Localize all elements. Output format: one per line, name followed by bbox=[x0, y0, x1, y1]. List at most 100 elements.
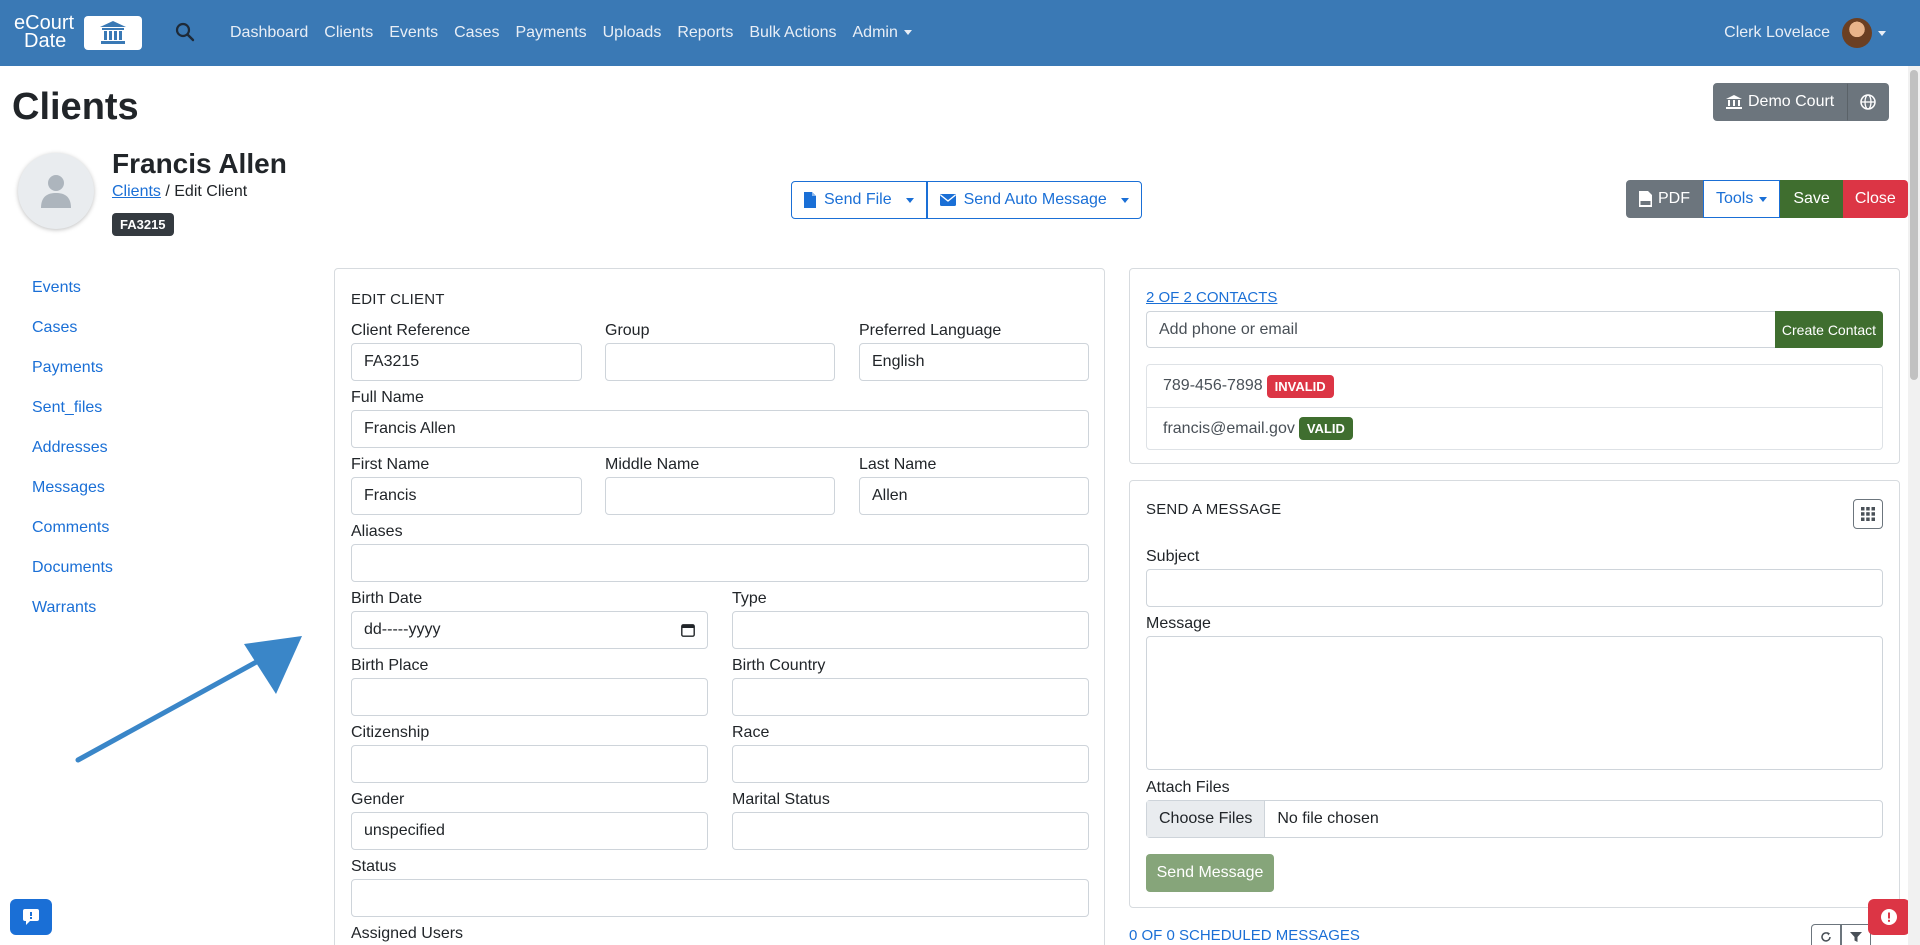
nav-reports[interactable]: Reports bbox=[677, 24, 733, 42]
race-input[interactable] bbox=[732, 745, 1089, 783]
create-contact-button[interactable]: Create Contact bbox=[1775, 311, 1883, 348]
nav-payments[interactable]: Payments bbox=[515, 24, 586, 42]
birth-date-value: dd-----yyyy bbox=[364, 621, 441, 638]
filter-button[interactable] bbox=[1841, 924, 1871, 945]
status-input[interactable] bbox=[351, 879, 1089, 917]
sidebar-item-messages[interactable]: Messages bbox=[32, 478, 113, 518]
first-name-input[interactable]: Francis bbox=[351, 477, 582, 515]
preferred-language-select[interactable]: English bbox=[859, 343, 1089, 381]
last-name-input[interactable]: Allen bbox=[859, 477, 1089, 515]
client-actions: PDF Tools Save Close bbox=[1626, 180, 1908, 218]
send-message-card: SEND A MESSAGE Subject Message Attach Fi… bbox=[1129, 480, 1900, 908]
first-name-field: First Name Francis bbox=[351, 455, 582, 515]
sidebar-item-cases[interactable]: Cases bbox=[32, 318, 113, 358]
nav-events[interactable]: Events bbox=[389, 24, 438, 42]
birth-country-input[interactable] bbox=[732, 678, 1089, 716]
alert-button[interactable] bbox=[1868, 899, 1910, 935]
aliases-input[interactable] bbox=[351, 544, 1089, 582]
birth-date-label: Birth Date bbox=[351, 590, 423, 607]
refresh-button[interactable] bbox=[1811, 924, 1841, 945]
contacts-count-link[interactable]: 2 OF 2 CONTACTS bbox=[1146, 289, 1277, 306]
sidebar-item-addresses[interactable]: Addresses bbox=[32, 438, 113, 478]
tools-dropdown-button[interactable]: Tools bbox=[1703, 180, 1781, 218]
client-reference-badge: FA3215 bbox=[112, 213, 174, 236]
assigned-users-field: Assigned Users bbox=[351, 924, 1089, 945]
nav-bulk-actions[interactable]: Bulk Actions bbox=[749, 24, 836, 42]
group-field: Group bbox=[605, 321, 835, 381]
nav-uploads[interactable]: Uploads bbox=[603, 24, 662, 42]
breadcrumb-current: / Edit Client bbox=[160, 183, 248, 200]
birth-date-input[interactable]: dd-----yyyy bbox=[351, 611, 708, 649]
marital-status-input[interactable] bbox=[732, 812, 1089, 850]
edit-client-title: EDIT CLIENT bbox=[351, 291, 445, 308]
file-input[interactable]: Choose Files No file chosen bbox=[1146, 800, 1883, 838]
sidebar-item-sent-files[interactable]: Sent_files bbox=[32, 398, 113, 438]
globe-icon bbox=[1860, 94, 1876, 110]
caret-down-icon bbox=[905, 197, 914, 203]
sidebar-item-documents[interactable]: Documents bbox=[32, 558, 113, 598]
search-icon[interactable] bbox=[175, 22, 197, 44]
caret-down-icon bbox=[1759, 196, 1768, 202]
save-button[interactable]: Save bbox=[1780, 180, 1843, 218]
subject-field: Subject bbox=[1146, 547, 1883, 607]
nav-cases[interactable]: Cases bbox=[454, 24, 499, 42]
subject-label: Subject bbox=[1146, 548, 1200, 565]
court-selector: Demo Court bbox=[1713, 83, 1890, 121]
templates-button[interactable] bbox=[1853, 499, 1883, 529]
scrollbar-thumb[interactable] bbox=[1910, 70, 1918, 380]
gender-select[interactable]: unspecified bbox=[351, 812, 708, 850]
attach-files-field: Attach Files bbox=[1146, 778, 1883, 800]
contacts-card: 2 OF 2 CONTACTS Add phone or email Creat… bbox=[1129, 268, 1900, 464]
preferred-language-label: Preferred Language bbox=[859, 322, 1002, 339]
caret-down-icon bbox=[1878, 30, 1886, 36]
send-message-button[interactable]: Send Message bbox=[1146, 854, 1274, 892]
group-input[interactable] bbox=[605, 343, 835, 381]
client-reference-field: Client Reference FA3215 bbox=[351, 321, 582, 381]
send-auto-message-label: Send Auto Message bbox=[963, 191, 1107, 208]
citizenship-input[interactable] bbox=[351, 745, 708, 783]
sidebar-item-payments[interactable]: Payments bbox=[32, 358, 113, 398]
breadcrumb-clients-link[interactable]: Clients bbox=[112, 183, 161, 200]
list-item[interactable]: francis@email.gov VALID bbox=[1147, 407, 1882, 449]
client-sidebar: Events Cases Payments Sent_files Address… bbox=[32, 278, 113, 638]
chat-icon bbox=[23, 909, 39, 925]
add-contact-input[interactable]: Add phone or email bbox=[1146, 311, 1775, 348]
globe-button[interactable] bbox=[1847, 83, 1890, 121]
nav-admin-dropdown[interactable]: Admin bbox=[853, 24, 912, 42]
scheduled-messages-link[interactable]: 0 OF 0 SCHEDULED MESSAGES bbox=[1129, 927, 1360, 944]
birth-place-input[interactable] bbox=[351, 678, 708, 716]
close-button[interactable]: Close bbox=[1842, 180, 1908, 218]
filter-icon bbox=[1850, 931, 1862, 942]
page-scrollbar[interactable] bbox=[1908, 66, 1920, 945]
user-menu[interactable]: Clerk Lovelace bbox=[1724, 18, 1886, 48]
nav-dashboard[interactable]: Dashboard bbox=[230, 24, 308, 42]
choose-files-button[interactable]: Choose Files bbox=[1147, 801, 1266, 837]
list-item[interactable]: 789-456-7898 INVALID bbox=[1147, 365, 1882, 407]
middle-name-input[interactable] bbox=[605, 477, 835, 515]
race-label: Race bbox=[732, 724, 770, 741]
full-name-input[interactable]: Francis Allen bbox=[351, 410, 1089, 448]
citizenship-field: Citizenship bbox=[351, 723, 708, 783]
first-name-label: First Name bbox=[351, 456, 430, 473]
pdf-button[interactable]: PDF bbox=[1626, 180, 1703, 218]
type-input[interactable] bbox=[732, 611, 1089, 649]
person-icon bbox=[41, 175, 71, 208]
brand-logo[interactable]: eCourt Date bbox=[14, 13, 142, 52]
sidebar-item-comments[interactable]: Comments bbox=[32, 518, 113, 558]
send-auto-message-button[interactable]: Send Auto Message bbox=[926, 181, 1142, 219]
type-field: Type bbox=[732, 589, 1089, 649]
sidebar-item-events[interactable]: Events bbox=[32, 278, 113, 318]
birth-country-label: Birth Country bbox=[732, 657, 826, 674]
client-reference-input[interactable]: FA3215 bbox=[351, 343, 582, 381]
birth-country-field: Birth Country bbox=[732, 656, 1089, 716]
message-textarea[interactable] bbox=[1146, 636, 1883, 770]
caret-down-icon bbox=[1120, 197, 1129, 203]
subject-input[interactable] bbox=[1146, 569, 1883, 607]
send-file-button[interactable]: Send File bbox=[791, 181, 927, 219]
nav-clients[interactable]: Clients bbox=[324, 24, 373, 42]
group-label: Group bbox=[605, 322, 650, 339]
demo-court-button[interactable]: Demo Court bbox=[1713, 83, 1848, 121]
full-name-field: Full Name Francis Allen bbox=[351, 388, 1089, 448]
calendar-icon[interactable] bbox=[681, 623, 695, 637]
chat-button[interactable] bbox=[10, 899, 52, 935]
